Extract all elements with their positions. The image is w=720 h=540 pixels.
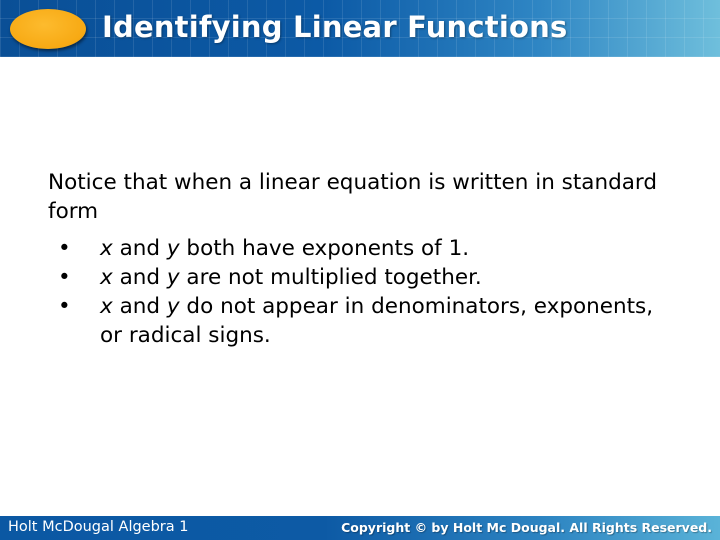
var-x: x (100, 294, 113, 319)
bullet-item: • x and y are not multiplied together. (48, 263, 668, 292)
bullet-icon: • (58, 294, 71, 319)
footer-book-title: Holt McDougal Algebra 1 (8, 519, 189, 535)
footer-bar: Holt McDougal Algebra 1 Copyright © by H… (0, 516, 720, 540)
slide-content: Notice that when a linear equation is wr… (48, 168, 668, 350)
var-y: y (166, 236, 180, 261)
var-y: y (166, 294, 180, 319)
bullet-item: • x and y both have exponents of 1. (48, 234, 668, 263)
bullet-icon: • (58, 236, 71, 261)
bullet-text: do not appear in denominators, exponents… (100, 294, 654, 348)
footer-copyright: Copyright © by Holt Mc Dougal. All Right… (341, 520, 712, 535)
var-y: y (166, 265, 180, 290)
var-x: x (100, 236, 113, 261)
bullet-icon: • (58, 265, 71, 290)
intro-text: Notice that when a linear equation is wr… (48, 170, 658, 224)
conjunction: and (112, 236, 167, 261)
var-x: x (100, 265, 113, 290)
bullet-item: • x and y do not appear in denominators, … (48, 292, 668, 350)
bullet-text: are not multiplied together. (179, 265, 482, 290)
slide-title: Identifying Linear Functions (102, 10, 568, 44)
conjunction: and (112, 294, 167, 319)
bullet-text: both have exponents of 1. (179, 236, 470, 261)
conjunction: and (112, 265, 167, 290)
oval-logo-icon (10, 9, 86, 49)
title-bar: Identifying Linear Functions (0, 0, 720, 57)
bullet-list: • x and y both have exponents of 1. • x an… (48, 234, 668, 350)
